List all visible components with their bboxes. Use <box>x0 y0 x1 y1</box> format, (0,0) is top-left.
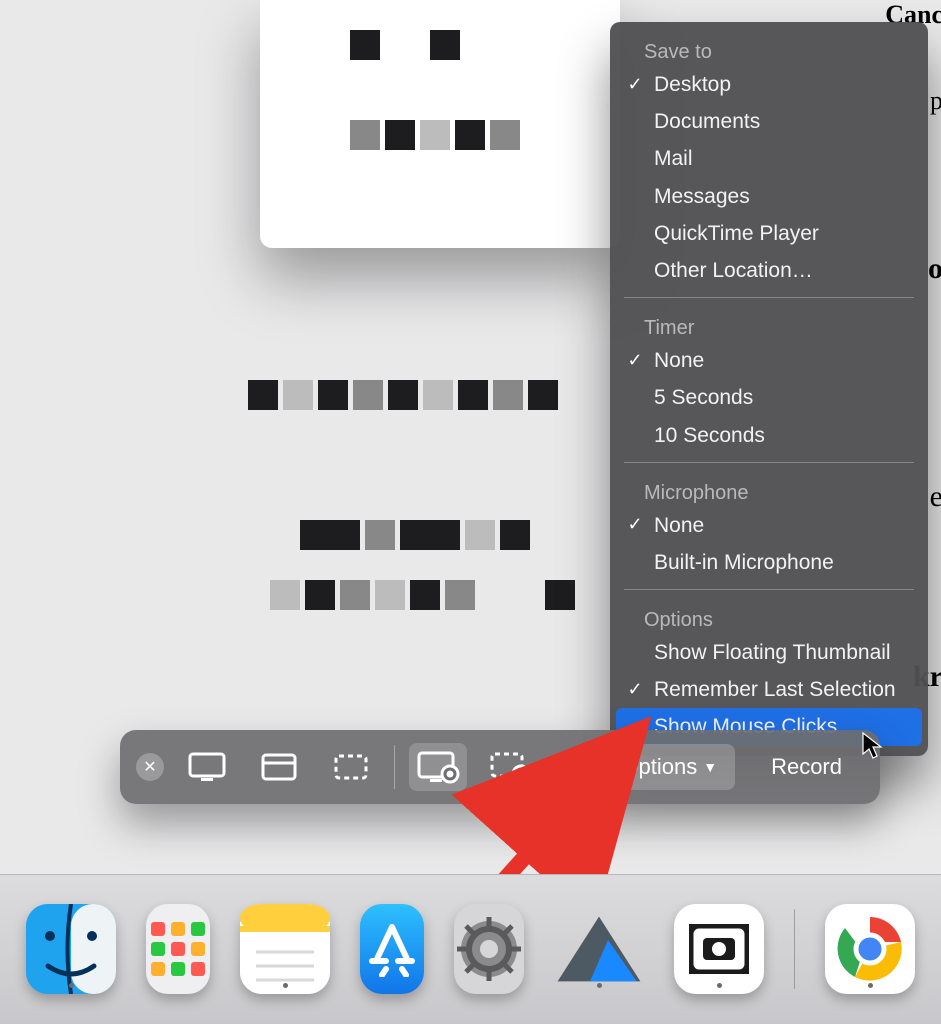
window-icon <box>259 751 299 783</box>
menu-section-options: Options <box>610 598 928 634</box>
menu-item-messages[interactable]: Messages <box>616 178 922 215</box>
record-screen-icon <box>416 750 460 784</box>
notes-icon <box>240 904 330 994</box>
menu-item-other-location[interactable]: Other Location… <box>616 252 922 289</box>
capture-selection-button[interactable] <box>322 743 380 791</box>
capture-window-button[interactable] <box>250 743 308 791</box>
dock-app-screenshot[interactable] <box>674 904 764 994</box>
menu-item-timer-10s[interactable]: 10 Seconds <box>616 417 922 454</box>
menu-item-remember-selection[interactable]: ✓Remember Last Selection <box>616 671 922 708</box>
edge-text-fragment: e <box>930 480 941 514</box>
finder-icon <box>26 904 116 994</box>
menu-item-timer-5s[interactable]: 5 Seconds <box>616 379 922 416</box>
menu-section-timer: Timer <box>610 306 928 342</box>
menu-item-mic-builtin[interactable]: Built-in Microphone <box>616 544 922 581</box>
app-store-icon <box>364 921 420 977</box>
dock-divider <box>794 909 795 989</box>
menu-section-microphone: Microphone <box>610 471 928 507</box>
toolbar-separator <box>394 745 395 789</box>
record-selection-button[interactable] <box>481 743 539 791</box>
dock-app-chrome[interactable] <box>825 904 915 994</box>
dock-app-triangle[interactable] <box>554 904 644 994</box>
dock-app-notes[interactable] <box>240 904 330 994</box>
screenshot-options-menu: Save to ✓Desktop Documents Mail Messages… <box>610 22 928 756</box>
screen-icon <box>187 751 227 783</box>
record-label: Record <box>771 754 842 779</box>
edge-text-fragment: p <box>930 86 941 116</box>
edge-text-fragment: o <box>928 252 941 286</box>
record-button[interactable]: Record <box>749 744 864 790</box>
dock-background <box>0 874 941 1024</box>
menu-item-quicktime[interactable]: QuickTime Player <box>616 215 922 252</box>
menu-item-mic-none[interactable]: ✓None <box>616 507 922 544</box>
menu-item-documents[interactable]: Documents <box>616 103 922 140</box>
chrome-icon <box>835 914 905 984</box>
close-icon: ✕ <box>143 757 156 777</box>
menu-item-desktop[interactable]: ✓Desktop <box>616 66 922 103</box>
triangle-icon <box>554 909 644 989</box>
record-entire-screen-button[interactable] <box>409 743 467 791</box>
dock-app-finder[interactable] <box>26 904 116 994</box>
record-selection-icon <box>488 750 532 784</box>
dock <box>0 894 941 1004</box>
background-preview-window <box>260 0 620 248</box>
options-label: Options <box>621 754 697 780</box>
gear-icon <box>454 914 524 984</box>
options-button[interactable]: Options ▼ <box>603 744 735 790</box>
close-button[interactable]: ✕ <box>136 753 164 781</box>
menu-item-mail[interactable]: Mail <box>616 140 922 177</box>
camera-icon <box>689 924 749 974</box>
menu-item-timer-none[interactable]: ✓None <box>616 342 922 379</box>
menu-section-save-to: Save to <box>610 30 928 66</box>
capture-entire-screen-button[interactable] <box>178 743 236 791</box>
dock-app-app-store[interactable] <box>360 904 424 994</box>
dock-app-system-preferences[interactable] <box>454 904 524 994</box>
chevron-down-icon: ▼ <box>703 759 717 775</box>
menu-item-floating-thumbnail[interactable]: Show Floating Thumbnail <box>616 634 922 671</box>
selection-icon <box>331 751 371 783</box>
screenshot-toolbar: ✕ Options ▼ Record <box>120 730 880 804</box>
launchpad-icon <box>149 920 207 978</box>
dock-app-launchpad[interactable] <box>146 904 210 994</box>
